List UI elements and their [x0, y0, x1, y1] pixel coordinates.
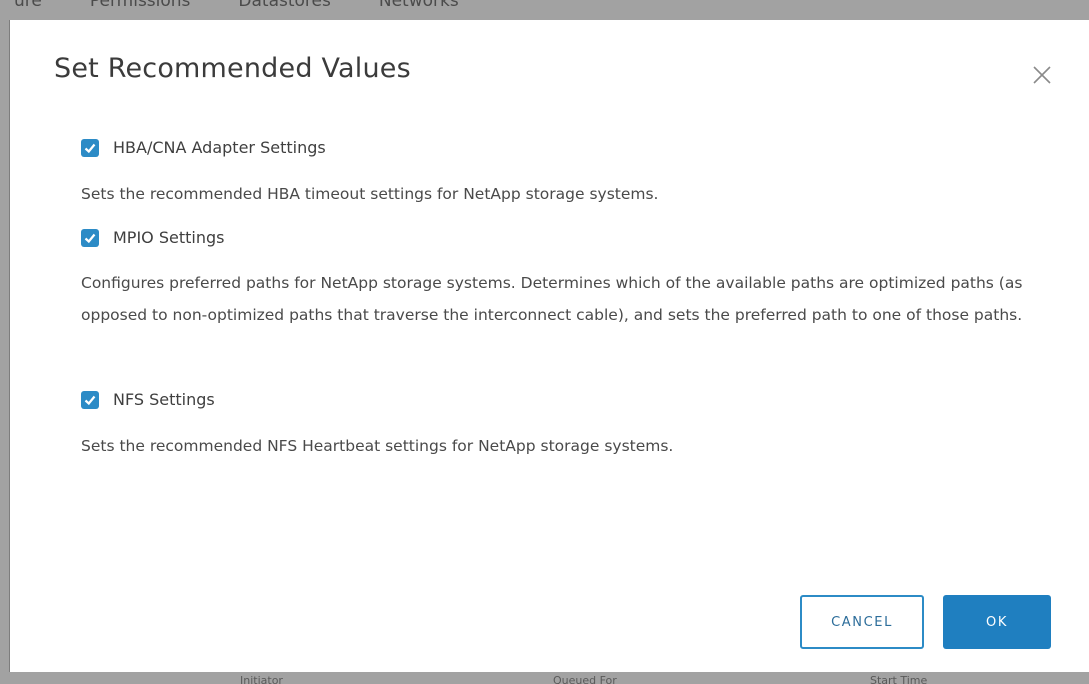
background-column-start-time: Start Time: [870, 674, 928, 684]
option-nfs[interactable]: NFS Settings: [81, 390, 215, 409]
background-tab-networks: Networks: [378, 0, 459, 11]
background-table-header: Initiator Queued For Start Time: [0, 672, 1089, 684]
background-tab-permissions: Permissions: [89, 0, 191, 11]
background-column-initiator: Initiator: [240, 674, 283, 684]
set-recommended-values-dialog: Set Recommended Values HBA/CNA Adapter S…: [9, 20, 1089, 672]
hba-cna-label: HBA/CNA Adapter Settings: [113, 138, 326, 157]
background-column-queued-for: Queued For: [553, 674, 617, 684]
background-tab: ure: [14, 0, 42, 11]
checkmark-icon: [84, 233, 96, 243]
checkmark-icon: [84, 395, 96, 405]
background-tab-strip: ure Permissions Datastores Networks: [0, 0, 459, 13]
mpio-label: MPIO Settings: [113, 228, 225, 247]
ok-button[interactable]: OK: [943, 595, 1051, 649]
option-mpio[interactable]: MPIO Settings: [81, 228, 224, 247]
close-button[interactable]: [1027, 60, 1057, 90]
checkmark-icon: [84, 143, 96, 153]
nfs-description: Sets the recommended NFS Heartbeat setti…: [81, 437, 674, 455]
close-icon: [1033, 66, 1051, 84]
mpio-checkbox[interactable]: [81, 228, 99, 247]
mpio-description: Configures preferred paths for NetApp st…: [81, 274, 1023, 324]
nfs-checkbox[interactable]: [81, 390, 99, 409]
option-hba-cna[interactable]: HBA/CNA Adapter Settings: [81, 138, 326, 157]
hba-cna-checkbox[interactable]: [81, 138, 99, 157]
cancel-button[interactable]: CANCEL: [800, 595, 924, 649]
dialog-title: Set Recommended Values: [54, 53, 411, 84]
background-tab-datastores: Datastores: [238, 0, 331, 11]
nfs-label: NFS Settings: [113, 390, 215, 409]
hba-cna-description: Sets the recommended HBA timeout setting…: [81, 185, 659, 203]
